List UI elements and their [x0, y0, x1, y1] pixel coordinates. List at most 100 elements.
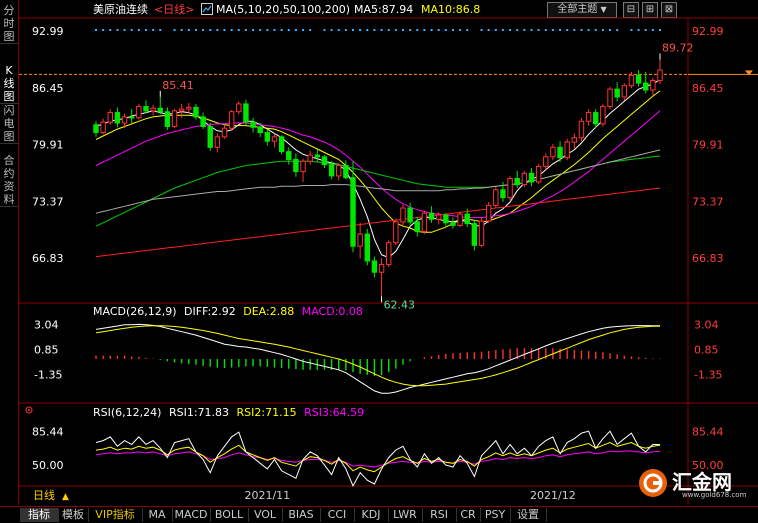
candle-body	[414, 221, 420, 232]
signal-dot	[601, 29, 604, 31]
candle-body	[443, 214, 449, 224]
candle-body	[507, 178, 513, 199]
bottom-tab-ma[interactable]: MA	[142, 508, 173, 522]
candle-body	[657, 69, 663, 81]
signal-dot	[244, 29, 247, 31]
signal-dot	[580, 29, 583, 31]
signal-dot	[587, 29, 590, 31]
macd-diff-line	[95, 323, 660, 394]
signal-dot	[423, 29, 426, 31]
candle-body	[585, 112, 592, 122]
candle-body	[207, 125, 213, 148]
candle-body	[350, 177, 356, 247]
bottom-tab-lwr[interactable]: LWR	[388, 508, 423, 522]
bottom-tab-boll[interactable]: BOLL	[210, 508, 249, 522]
signal-dot	[480, 29, 483, 31]
signal-dot	[373, 29, 376, 31]
signal-dot	[559, 29, 562, 31]
bottom-tab-macd[interactable]: MACD	[172, 508, 211, 522]
signal-dot	[187, 29, 190, 31]
right-price-tick-label: 73.37	[692, 195, 724, 208]
left-rsi-tick-label: 50.00	[32, 459, 64, 472]
right-macd-tick-label: 3.04	[694, 318, 719, 331]
signal-dot	[144, 29, 147, 31]
signal-dot	[380, 29, 383, 31]
left-price-tick-label: 73.37	[32, 195, 64, 208]
bottom-tab-rsi[interactable]: RSI	[422, 508, 457, 522]
bottom-tab-设置[interactable]: 设置	[510, 508, 547, 522]
candle-body	[271, 136, 278, 142]
candle-body	[600, 106, 606, 125]
bottom-toolbar: 指标 模板 VIP指标 MA MACD BOLL VOL BIAS CCI KDJ LWR RSI CR…	[0, 506, 758, 523]
candle-body	[236, 103, 242, 113]
signal-dot	[123, 29, 126, 31]
signal-dot	[194, 29, 197, 31]
chart-canvas[interactable]: 92.99 92.99 86.45 86.45 79.91 79.91 73.37 73.37…	[0, 0, 758, 505]
candle-body	[171, 110, 178, 127]
candle-body	[621, 85, 628, 98]
candle-body	[278, 136, 285, 153]
bottom-tab-cr[interactable]: CR	[456, 508, 481, 522]
candle-body	[428, 212, 435, 220]
bottom-tab-vip指标[interactable]: VIP指标	[88, 508, 143, 522]
signal-dot	[294, 29, 297, 31]
candle-body	[614, 88, 620, 98]
candle-body	[385, 242, 392, 265]
candle-body	[314, 154, 321, 158]
bottom-tab-cci[interactable]: CCI	[320, 508, 355, 522]
signal-dot	[394, 29, 397, 31]
left-macd-tick-label: 0.85	[34, 343, 59, 356]
candle-body	[128, 116, 135, 119]
signal-dot	[180, 29, 183, 31]
candle-body	[464, 213, 470, 225]
annotation-label: 89.72	[662, 41, 694, 54]
bottom-tab-模板[interactable]: 模板	[58, 508, 89, 522]
signal-dot	[359, 29, 362, 31]
bottom-tab-vol[interactable]: VOL	[248, 508, 283, 522]
bottom-tab-bias[interactable]: BIAS	[282, 508, 321, 522]
candle-body	[607, 88, 613, 108]
signal-dot	[594, 29, 597, 31]
candle-body	[200, 116, 206, 127]
signal-dot	[566, 29, 569, 31]
signal-dot	[401, 29, 404, 31]
signal-dot	[330, 29, 333, 31]
candle-body	[400, 207, 406, 223]
signal-dot	[366, 29, 369, 31]
date-axis-period-arrow: ▲	[62, 492, 69, 502]
candle-body	[543, 156, 549, 167]
signal-dot	[616, 29, 619, 31]
bottom-tab-psy[interactable]: PSY	[480, 508, 511, 522]
candle-body	[407, 207, 413, 223]
candle-body	[485, 204, 492, 222]
candle-body	[500, 189, 506, 199]
candle-body	[628, 74, 635, 87]
candle-body	[114, 112, 121, 124]
signal-dot	[266, 29, 269, 31]
candle-body	[393, 221, 399, 244]
signal-dot	[659, 29, 661, 31]
candle-body	[457, 213, 463, 226]
signal-dot	[523, 29, 526, 31]
signal-dot	[252, 29, 255, 31]
signal-dot	[444, 29, 447, 31]
candle-body	[214, 136, 221, 148]
annotation-label: 62.43	[384, 298, 416, 311]
signal-dot	[237, 29, 240, 31]
left-macd-tick-label: -1.35	[34, 368, 62, 381]
bottom-tab-指标[interactable]: 指标	[20, 508, 59, 522]
date-axis-period-label: 日线	[33, 488, 55, 502]
candle-body	[371, 260, 378, 273]
signal-dot	[501, 29, 504, 31]
bottom-tab-kdj[interactable]: KDJ	[354, 508, 389, 522]
signal-dot	[273, 29, 276, 31]
signal-dot	[637, 29, 640, 31]
candle-body	[143, 106, 149, 112]
right-price-tick-label: 66.83	[692, 252, 724, 265]
signal-dot	[551, 29, 554, 31]
signal-dot	[230, 29, 233, 31]
candle-body	[250, 121, 256, 128]
candle-body	[357, 233, 363, 247]
annotation-label: 85.41	[162, 79, 194, 92]
candle-body	[528, 172, 535, 183]
